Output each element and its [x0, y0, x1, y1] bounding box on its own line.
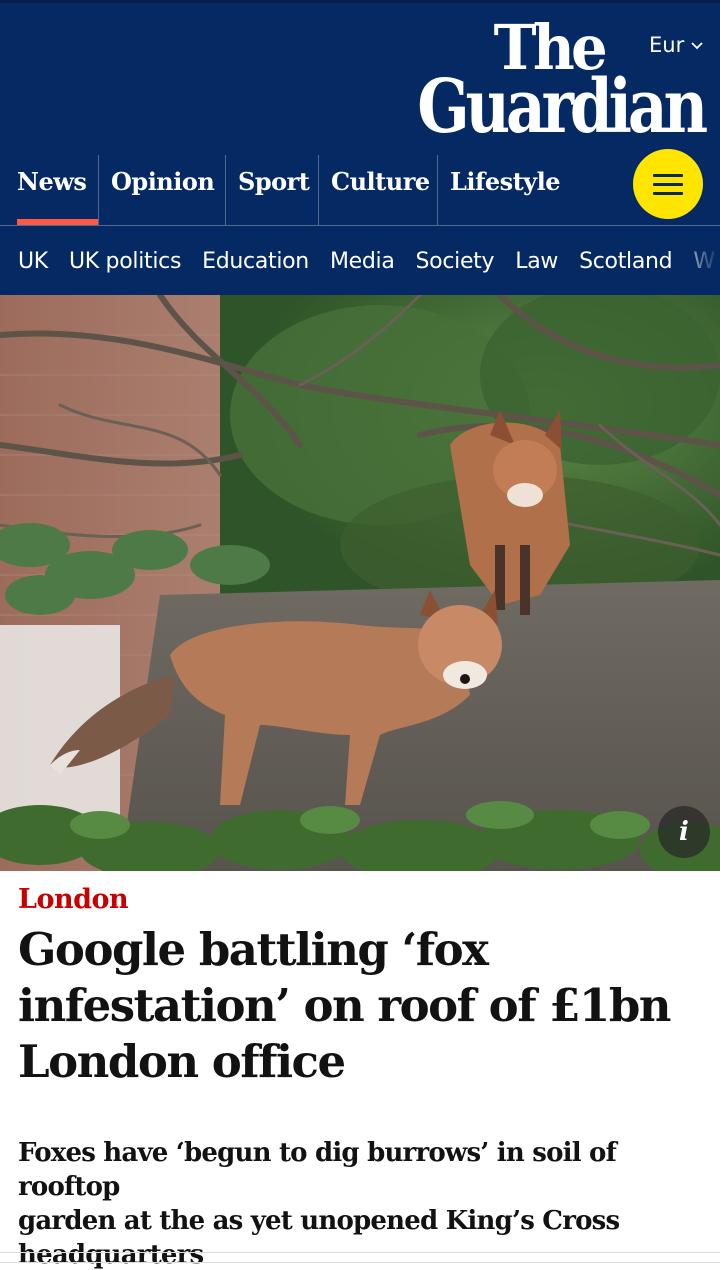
standfirst-line: garden at the as yet unopened King’s Cro…: [18, 1206, 620, 1236]
article-main-image: [0, 295, 720, 871]
pillar-news[interactable]: News: [0, 155, 98, 225]
pillar-lifestyle[interactable]: Lifestyle: [437, 155, 577, 225]
headline-line: infestation’ on roof of £1bn: [18, 979, 672, 1032]
hamburger-menu-icon-bar: [653, 182, 683, 186]
divider: [0, 1262, 720, 1263]
pillar-label: Culture: [331, 167, 430, 196]
standfirst-line: Foxes have ‘begun to dig burrows’ in soi…: [18, 1138, 617, 1202]
subnav-media[interactable]: Media: [330, 249, 395, 274]
hamburger-menu-icon: [653, 173, 683, 177]
pillar-opinion[interactable]: Opinion: [98, 155, 225, 225]
masthead-top-strip: [0, 0, 720, 3]
subnav-scroll-fade: [670, 226, 720, 295]
foxes-photo: [0, 295, 720, 871]
article-kicker[interactable]: London: [18, 884, 129, 915]
headline-line: Google battling ‘fox: [18, 923, 489, 976]
subnav-society[interactable]: Society: [416, 249, 495, 274]
subnav-uk-politics[interactable]: UK politics: [69, 249, 181, 274]
subnav-education[interactable]: Education: [202, 249, 309, 274]
subnav-law[interactable]: Law: [515, 249, 558, 274]
info-icon: i: [679, 817, 689, 847]
menu-button[interactable]: [633, 149, 703, 219]
pillar-label: Lifestyle: [450, 167, 561, 196]
subnav-scotland[interactable]: Scotland: [579, 249, 673, 274]
pillar-sport[interactable]: Sport: [225, 155, 318, 225]
pillar-label: Opinion: [111, 167, 215, 196]
pillar-nav: News Opinion Sport Culture Lifestyle: [0, 155, 577, 225]
article-headline[interactable]: Google battling ‘fox infestation’ on roo…: [18, 922, 708, 1090]
hamburger-menu-icon-bar: [653, 191, 683, 195]
headline-line: London office: [18, 1035, 346, 1088]
sub-navigation: UK UK politics Education Media Society L…: [0, 225, 720, 295]
pillar-label: Sport: [238, 167, 310, 196]
divider: [0, 1252, 720, 1253]
article-standfirst: Foxes have ‘begun to dig burrows’ in soi…: [18, 1136, 708, 1270]
standfirst-line: headquarters: [18, 1240, 204, 1270]
pillar-label: News: [17, 167, 87, 196]
logo-line-guardian: Guardian: [417, 64, 708, 150]
subnav-uk[interactable]: UK: [18, 249, 48, 274]
image-info-button[interactable]: i: [658, 806, 710, 858]
guardian-logo[interactable]: The Guardian: [339, 14, 708, 150]
pillar-culture[interactable]: Culture: [318, 155, 437, 225]
